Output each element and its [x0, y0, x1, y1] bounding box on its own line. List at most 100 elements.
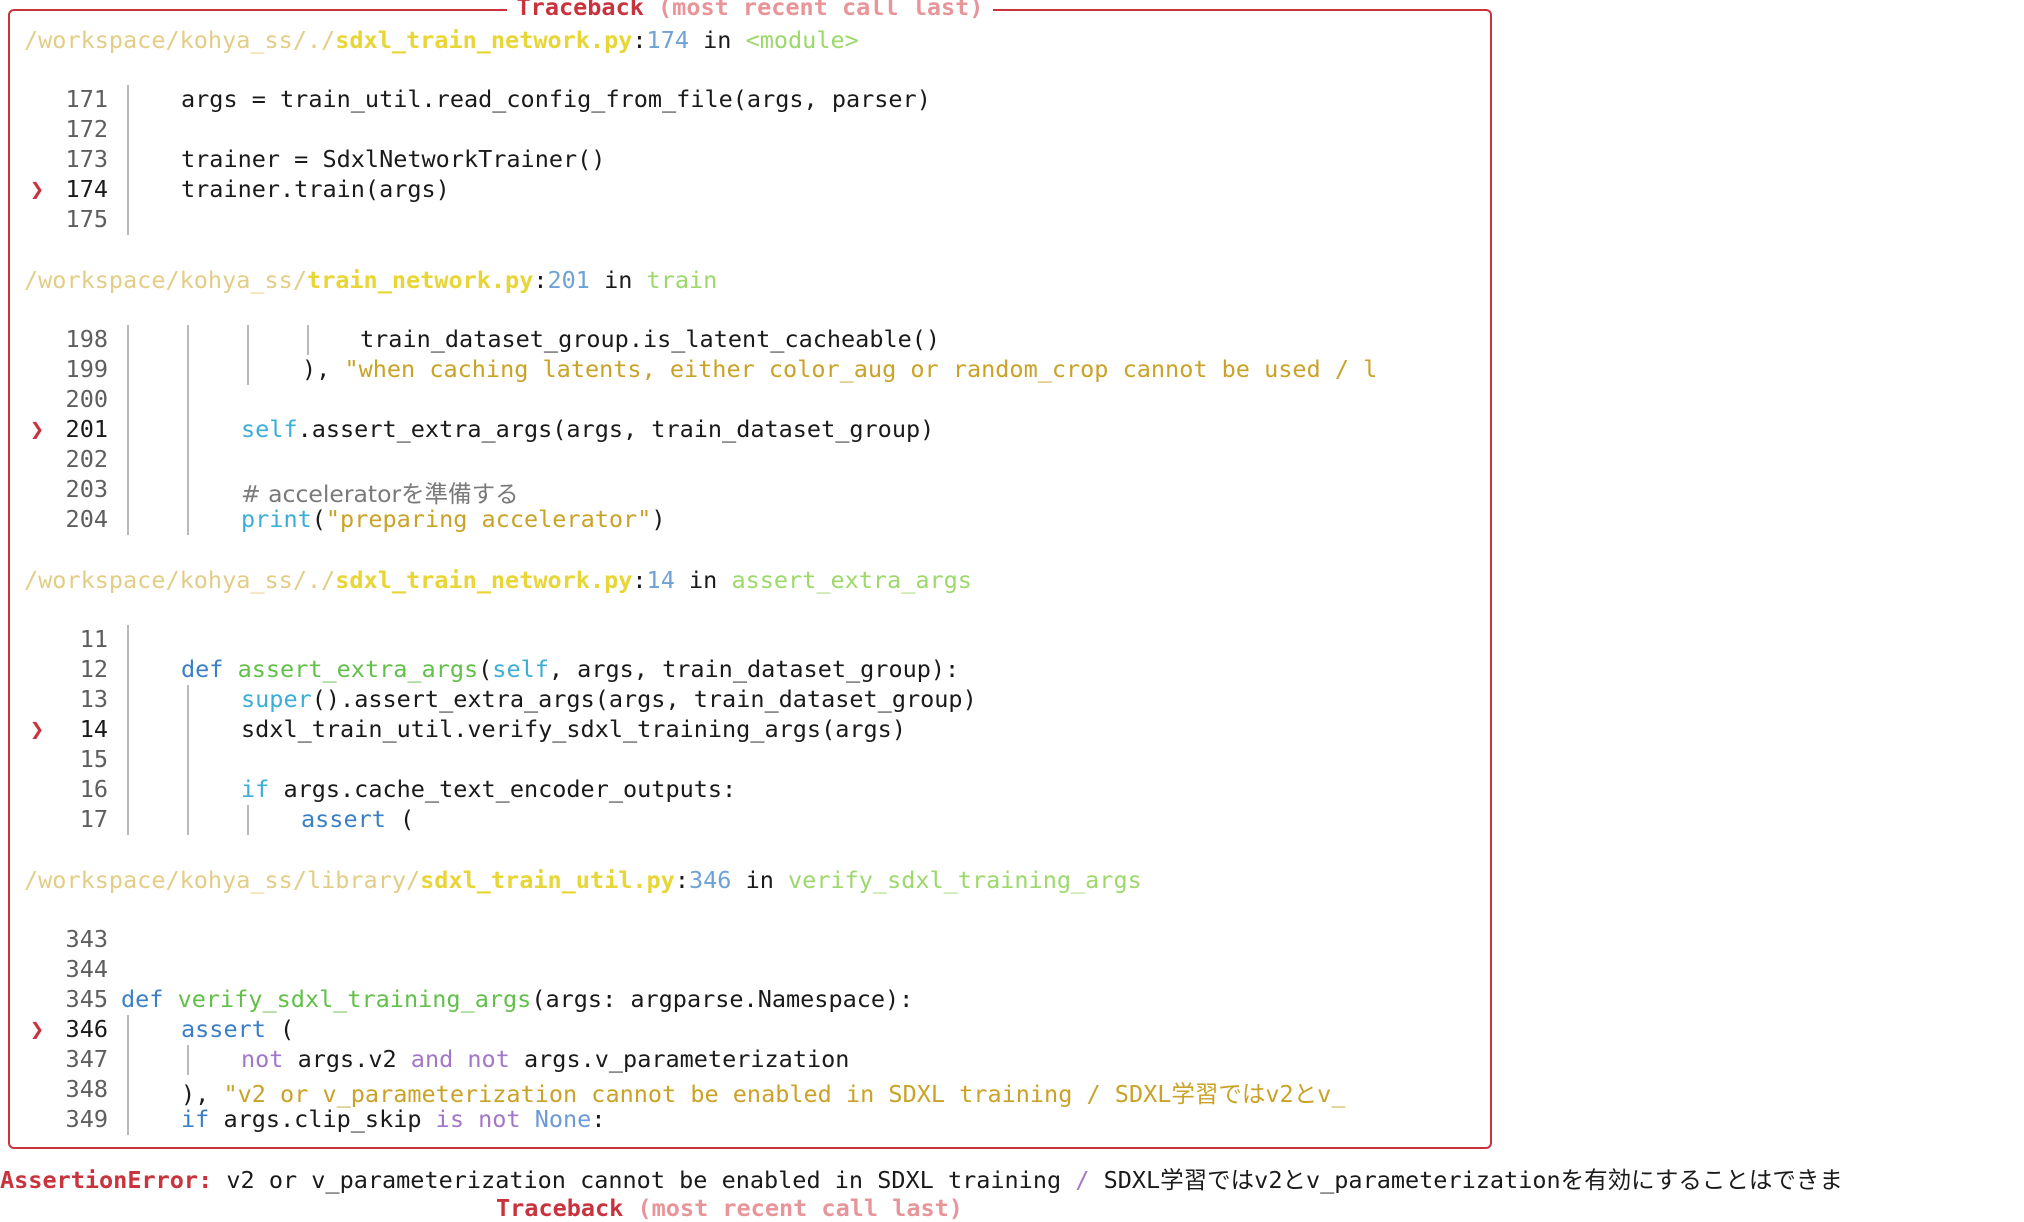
- indent-guide: [187, 685, 189, 835]
- line-number: 343: [65, 925, 108, 953]
- frame-function: verify_sdxl_training_args: [788, 866, 1142, 894]
- frame-in-word: in: [589, 266, 647, 294]
- line-number: 14: [79, 715, 108, 743]
- line-number: 175: [65, 205, 108, 233]
- frame-file: sdxl_train_network.py: [335, 566, 633, 594]
- code-builtin: super: [241, 685, 312, 713]
- line-number: 15: [79, 745, 108, 773]
- code-keyword: assert: [301, 805, 386, 833]
- frame-line-number: 201: [547, 266, 590, 294]
- line-number: 13: [79, 685, 108, 713]
- code-keyword: if: [181, 1105, 210, 1133]
- frame-path: /workspace/kohya_ss/./: [24, 566, 336, 594]
- line-number: 201: [65, 415, 108, 443]
- assertion-error-line: AssertionError: v2 or v_parameterization…: [0, 1165, 1843, 1195]
- code-keyword: self: [241, 415, 298, 443]
- code-line: trainer = SdxlNetworkTrainer(): [181, 145, 606, 173]
- code-token: (: [478, 655, 493, 683]
- code-line: def verify_sdxl_training_args(args: argp…: [121, 985, 913, 1013]
- code-token: args.clip_skip: [209, 1105, 436, 1133]
- frame-file: train_network.py: [306, 266, 534, 294]
- frame-path: /workspace/kohya_ss/./: [24, 26, 336, 54]
- frame-in-word: in: [689, 26, 746, 54]
- code-line: assert (: [301, 805, 414, 833]
- frame-function: <module>: [745, 26, 859, 54]
- code-function-name: verify_sdxl_training_args: [177, 985, 532, 1013]
- code-operator: not: [478, 1105, 521, 1133]
- line-number: 171: [65, 85, 108, 113]
- line-number: 172: [65, 115, 108, 143]
- code-operator: and: [410, 1045, 454, 1073]
- code-token: :: [591, 1105, 606, 1133]
- frame-file: sdxl_train_network.py: [335, 26, 633, 54]
- frame-header: /workspace/kohya_ss/library/sdxl_train_u…: [24, 865, 1142, 895]
- frame-file: sdxl_train_util.py: [420, 866, 675, 894]
- frame-in-word: in: [674, 566, 732, 594]
- indent-guide: [127, 1015, 129, 1135]
- code-token: ),: [302, 355, 345, 383]
- code-string: "when caching latents, either color_aug …: [344, 355, 1378, 383]
- code-token: args.v_parameterization: [509, 1045, 850, 1073]
- frame-sep: :: [533, 266, 548, 294]
- traceback-title-sub: (most recent call last): [658, 0, 984, 21]
- line-number: 12: [79, 655, 108, 683]
- indent-guide: [247, 805, 249, 835]
- code-string: "v2 or v_parameterization cannot be enab…: [223, 1080, 1346, 1108]
- indent-guide: [127, 325, 129, 535]
- code-token: .assert_extra_args(args, train_dataset_g…: [297, 415, 935, 443]
- frame-line-number: 346: [688, 866, 732, 894]
- traceback-title: Traceback (most recent call last): [10, 0, 1490, 21]
- code-function-name: assert_extra_args: [237, 655, 479, 683]
- code-token: (: [385, 805, 415, 833]
- line-number: 199: [65, 355, 108, 383]
- indent-guide: [187, 325, 189, 535]
- indent-guide: [127, 85, 129, 235]
- code-token: ),: [181, 1080, 224, 1108]
- code-keyword: assert: [181, 1015, 266, 1043]
- frame-header: /workspace/kohya_ss/train_network.py:201…: [24, 265, 717, 295]
- indent-guide: [127, 625, 129, 835]
- code-operator: not: [467, 1045, 510, 1073]
- code-token: ): [651, 505, 666, 533]
- code-token: args.v2: [283, 1045, 411, 1073]
- line-number: 346: [65, 1015, 108, 1043]
- line-number: 174: [65, 175, 108, 203]
- frame-in-word: in: [731, 866, 789, 894]
- code-keyword: def: [121, 985, 164, 1013]
- next-traceback-title: Traceback (most recent call last): [496, 1196, 963, 1220]
- code-token: (args: argparse.Namespace):: [531, 985, 914, 1013]
- code-token: args.cache_text_encoder_outputs:: [269, 775, 737, 803]
- code-line: if args.clip_skip is not None:: [181, 1105, 605, 1133]
- line-number: 344: [65, 955, 108, 983]
- code-line: def assert_extra_args(self, args, train_…: [181, 655, 959, 683]
- code-line: sdxl_train_util.verify_sdxl_training_arg…: [241, 715, 906, 743]
- code-line: if args.cache_text_encoder_outputs:: [241, 775, 736, 803]
- frame-function: train: [646, 266, 718, 294]
- code-keyword: def: [181, 655, 224, 683]
- code-token: (: [265, 1015, 295, 1043]
- line-number: 198: [65, 325, 108, 353]
- code-line: trainer.train(args): [181, 175, 450, 203]
- error-message-b: SDXL学習ではv2とv_parameterizationを有効にすることはでき…: [1089, 1166, 1843, 1194]
- line-number: 200: [65, 385, 108, 413]
- code-builtin: self: [492, 655, 549, 683]
- frame-sep: :: [674, 866, 689, 894]
- line-number: 202: [65, 445, 108, 473]
- code-line: super().assert_extra_args(args, train_da…: [241, 685, 977, 713]
- line-number: 17: [79, 805, 108, 833]
- error-slash: /: [1075, 1166, 1090, 1194]
- line-number: 347: [65, 1045, 108, 1073]
- code-comment: # acceleratorを準備する: [241, 480, 519, 508]
- code-operator: not: [241, 1045, 284, 1073]
- code-line: print("preparing accelerator"): [241, 505, 665, 533]
- code-builtin: print: [241, 505, 312, 533]
- line-number: 203: [65, 475, 108, 503]
- code-keyword: if: [241, 775, 270, 803]
- error-message-a: v2 or v_parameterization cannot be enabl…: [212, 1166, 1076, 1194]
- frame-sep: :: [632, 566, 647, 594]
